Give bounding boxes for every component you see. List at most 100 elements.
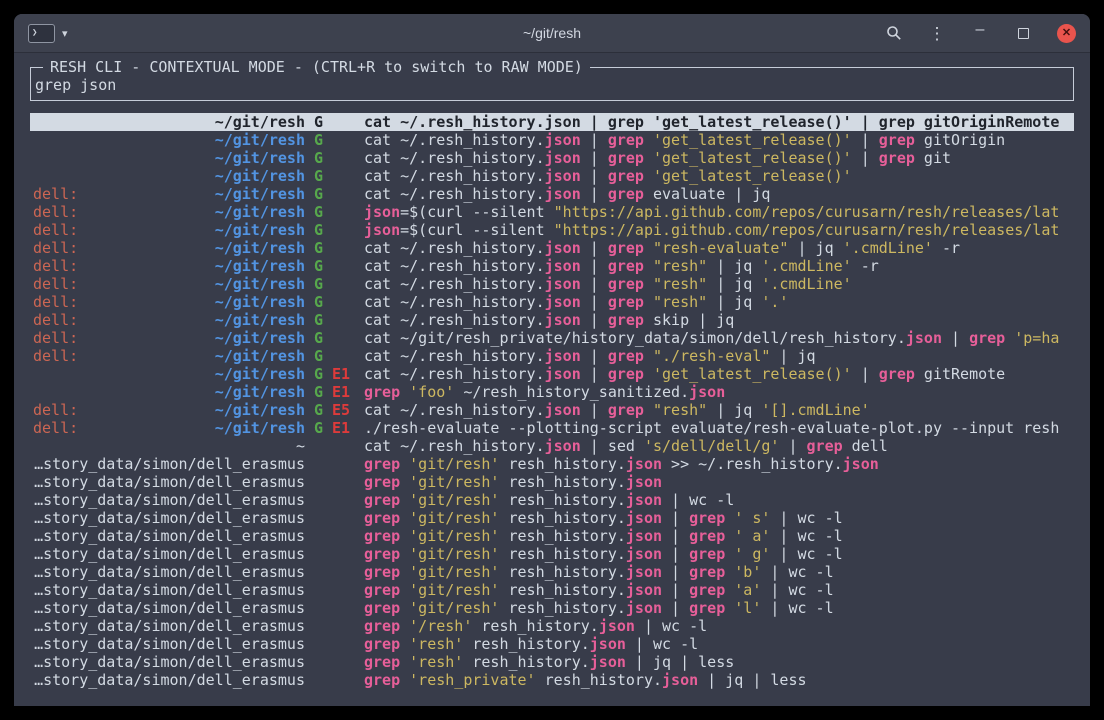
history-row[interactable]: …story_data/simon/dell_erasmusgrep 'git/… <box>30 545 1074 563</box>
command-text: cat ~/.resh_history.json | grep 'get_lat… <box>364 131 1074 149</box>
command-token: grep <box>879 113 915 131</box>
history-row[interactable]: dell:~/git/reshGE5cat ~/.resh_history.js… <box>30 401 1074 419</box>
history-row[interactable]: …story_data/simon/dell_erasmusgrep 'resh… <box>30 671 1074 689</box>
command-token: cat ~/.resh_history. <box>364 239 545 257</box>
command-token: json <box>626 455 662 473</box>
chevron-down-icon[interactable]: ▾ <box>62 27 68 40</box>
command-token <box>400 545 409 563</box>
command-token <box>725 527 734 545</box>
command-token: grep <box>608 347 644 365</box>
host-label: dell: <box>33 293 78 311</box>
history-row-selected[interactable]: ~/git/reshGcat ~/.resh_history.json | gr… <box>30 113 1074 131</box>
command-token: | jq <box>707 401 761 419</box>
history-row[interactable]: dell:~/git/reshGcat ~/.resh_history.json… <box>30 257 1074 275</box>
command-token: 'git/resh' <box>409 473 499 491</box>
command-token: | wc -l <box>761 581 833 599</box>
command-token: grep <box>689 545 725 563</box>
host-label: dell: <box>33 185 78 203</box>
command-token: grep <box>608 401 644 419</box>
history-row[interactable]: dell:~/git/resh Gjson=$(curl --silent "ht… <box>30 203 1074 221</box>
history-row[interactable]: …story_data/simon/dell_erasmusgrep 'git/… <box>30 473 1074 491</box>
git-flag: G <box>314 329 323 347</box>
git-flag: G <box>314 167 323 185</box>
history-row[interactable]: …story_data/simon/dell_erasmusgrep 'git/… <box>30 527 1074 545</box>
exit-status-flag: E1 <box>332 419 350 437</box>
command-token: grep <box>608 257 644 275</box>
directory-label: ~/git/resh <box>215 311 305 329</box>
kebab-menu-icon[interactable]: ⋮ <box>928 24 946 42</box>
command-text: json=$(curl --silent "https://api.github… <box>364 203 1074 221</box>
command-token: grep <box>969 329 1005 347</box>
command-token <box>725 509 734 527</box>
hostdir-cell: dell:~/git/resh <box>33 203 305 221</box>
host-label: dell: <box>33 419 78 437</box>
close-button[interactable]: ✕ <box>1057 24 1076 43</box>
directory-label: ~/git/resh <box>215 293 305 311</box>
command-token: skip | jq <box>644 311 734 329</box>
restore-button[interactable] <box>1014 24 1032 42</box>
close-icon: ✕ <box>1062 28 1071 39</box>
directory-label: ~/git/resh <box>215 131 305 149</box>
history-row[interactable]: dell:~/git/reshGcat ~/.resh_history.json… <box>30 347 1074 365</box>
command-text: grep 'git/resh' resh_history.json | grep… <box>364 581 1074 599</box>
command-text: cat ~/.resh_history.json | sed 's/dell/d… <box>364 437 1074 455</box>
history-row[interactable]: dell:~/git/reshGE1./resh-evaluate --plot… <box>30 419 1074 437</box>
flags-cell <box>305 437 364 455</box>
command-token: =$(curl --silent <box>400 221 554 239</box>
history-row[interactable]: …story_data/simon/dell_erasmusgrep 'resh… <box>30 653 1074 671</box>
history-row[interactable]: dell:~/git/reshGcat ~/.resh_history.json… <box>30 239 1074 257</box>
search-icon[interactable] <box>885 24 903 42</box>
command-token: grep <box>608 113 644 131</box>
history-row[interactable]: dell:~/git/reshGcat ~/.resh_history.json… <box>30 185 1074 203</box>
history-row[interactable]: dell:~/git/reshGjson=$(curl --silent "ht… <box>30 221 1074 239</box>
command-token: '.cmdLine' <box>761 257 851 275</box>
history-row[interactable]: ~/git/reshGcat ~/.resh_history.json | gr… <box>30 167 1074 185</box>
command-token: json <box>545 311 581 329</box>
command-token: | <box>581 167 608 185</box>
history-row[interactable]: ~ cat ~/.resh_history.json | sed 's/dell/… <box>30 437 1074 455</box>
host-label: dell: <box>33 329 78 347</box>
history-row[interactable]: ~/git/reshGcat ~/.resh_history.json | gr… <box>30 149 1074 167</box>
command-text: cat ~/.resh_history.json | grep 'get_lat… <box>364 167 1074 185</box>
git-flag: G <box>314 203 323 221</box>
command-token: grep <box>364 509 400 527</box>
command-text: grep 'git/resh' resh_history.json | wc -… <box>364 491 1074 509</box>
history-row[interactable]: …story_data/simon/dell_erasmusgrep 'resh… <box>30 635 1074 653</box>
history-row[interactable]: ~/git/reshGE1cat ~/.resh_history.json | … <box>30 365 1074 383</box>
command-token: grep <box>807 437 843 455</box>
history-row[interactable]: …story_data/simon/dell_erasmusgrep 'git/… <box>30 563 1074 581</box>
history-row[interactable]: …story_data/simon/dell_erasmusgrep 'git/… <box>30 581 1074 599</box>
history-row[interactable]: dell:~/git/reshGcat ~/.resh_history.json… <box>30 311 1074 329</box>
command-token: | <box>581 365 608 383</box>
command-token: json <box>545 275 581 293</box>
command-token: resh_history. <box>463 635 589 653</box>
command-token: | jq <box>707 257 761 275</box>
history-row[interactable]: …story_data/simon/dell_erasmusgrep 'git/… <box>30 599 1074 617</box>
flags-cell <box>305 527 364 545</box>
command-token: "resh" <box>653 293 707 311</box>
command-text: grep 'git/resh' resh_history.json <box>364 473 1074 491</box>
history-row[interactable]: …story_data/simon/dell_erasmusgrep '/res… <box>30 617 1074 635</box>
command-token: | <box>581 401 608 419</box>
history-row[interactable]: …story_data/simon/dell_erasmusgrep 'git/… <box>30 509 1074 527</box>
command-token: | <box>581 293 608 311</box>
command-token <box>725 581 734 599</box>
history-row[interactable]: dell:~/git/reshGcat ~/.resh_history.json… <box>30 293 1074 311</box>
history-row[interactable]: dell:~/git/reshGcat ~/git/resh_private/h… <box>30 329 1074 347</box>
command-token: | <box>662 509 689 527</box>
history-row[interactable]: ~/git/reshGcat ~/.resh_history.json | gr… <box>30 131 1074 149</box>
history-row[interactable]: …story_data/simon/dell_erasmusgrep 'git/… <box>30 455 1074 473</box>
minimize-button[interactable]: – <box>971 21 989 45</box>
history-row[interactable]: dell:~/git/reshGcat ~/.resh_history.json… <box>30 275 1074 293</box>
directory-label: ~/git/resh <box>215 221 305 239</box>
history-row[interactable]: ~/git/reshGE1grep 'foo' ~/resh_history_s… <box>30 383 1074 401</box>
history-row[interactable]: …story_data/simon/dell_erasmusgrep 'git/… <box>30 491 1074 509</box>
terminal-content: RESH CLI - CONTEXTUAL MODE - (CTRL+R to … <box>14 53 1090 689</box>
hostdir-cell: ~ <box>33 437 305 455</box>
directory-label: ~/git/resh <box>215 419 305 437</box>
command-token: json <box>626 509 662 527</box>
search-query-input[interactable]: grep json <box>35 76 1067 94</box>
command-token: json <box>626 545 662 563</box>
command-token: resh_history. <box>499 527 625 545</box>
terminal-tab-icon[interactable]: ❯ <box>28 24 55 43</box>
